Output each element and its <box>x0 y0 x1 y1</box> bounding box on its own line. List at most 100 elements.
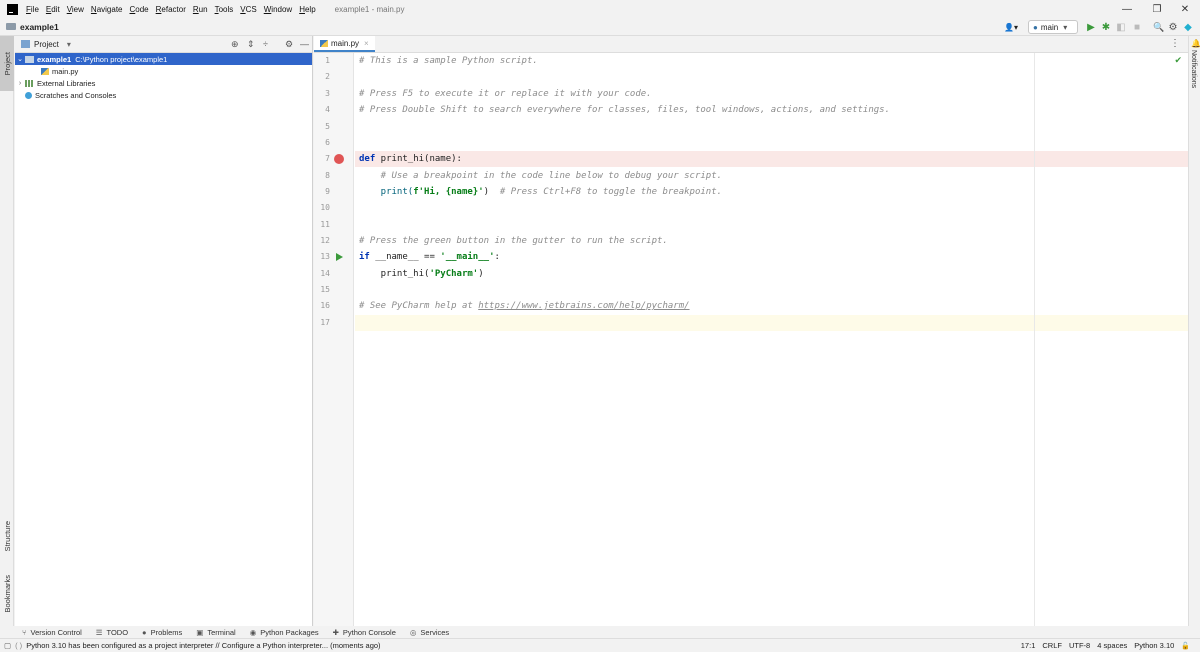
gear-icon[interactable]: ⚙ <box>1166 20 1180 34</box>
chevron-down-icon[interactable]: ▾ <box>67 40 71 49</box>
close-button[interactable]: ✕ <box>1170 0 1200 18</box>
tab-problems[interactable]: ● Problems <box>142 628 182 637</box>
coverage-icon[interactable]: ◧ <box>1114 20 1128 34</box>
list-icon: ☰ <box>95 627 103 637</box>
gear-icon[interactable]: ⚙ <box>285 39 293 50</box>
menu-code[interactable]: Code <box>130 5 149 14</box>
lock-icon[interactable]: 🔓 <box>1181 642 1190 650</box>
code-comment: # Press F5 to execute it or replace it w… <box>359 89 652 99</box>
current-line <box>355 315 1188 331</box>
status-bar: ▢ ( ) Python 3.10 has been configured as… <box>0 638 1200 651</box>
file-encoding[interactable]: UTF-8 <box>1069 641 1090 650</box>
menu-file[interactable]: File <box>26 5 39 14</box>
search-icon[interactable]: 🔍 <box>1152 20 1166 34</box>
tree-item-example1[interactable]: ⌄ example1 C:\Python project\example1 <box>15 53 312 65</box>
hide-panel-icon[interactable]: — <box>300 39 309 49</box>
tree-item-scratches[interactable]: Scratches and Consoles <box>15 89 312 101</box>
tab-main-py[interactable]: main.py × <box>314 36 375 52</box>
line-number: 14 <box>320 269 330 278</box>
code-with-me-icon[interactable]: ◆ <box>1181 20 1195 34</box>
string-literal: 'PyCharm' <box>429 269 479 279</box>
problems-icon: ● <box>142 627 147 637</box>
code-text: print( <box>359 187 414 197</box>
restore-button[interactable]: ❐ <box>1142 0 1172 18</box>
structure-tool-tab[interactable]: Structure <box>0 511 14 561</box>
right-margin-guide <box>1034 53 1035 626</box>
breakpoint-icon[interactable] <box>334 154 344 164</box>
project-tool-tab[interactable]: Project <box>0 36 14 91</box>
tab-services[interactable]: ◎ Services <box>410 628 449 637</box>
run-icon[interactable]: ▶ <box>1084 20 1098 34</box>
status-message[interactable]: Python 3.10 has been configured as a pro… <box>26 641 380 650</box>
bell-icon[interactable]: 🔔 <box>1191 39 1200 48</box>
code-comment: # This is a sample Python script. <box>359 56 538 66</box>
folder-icon <box>6 23 16 30</box>
line-number: 5 <box>325 122 330 131</box>
expand-all-icon[interactable]: ⇕ <box>247 39 255 50</box>
right-tool-strip: 🔔 Notifications <box>1188 36 1200 626</box>
project-view-icon <box>21 40 30 48</box>
menu-navigate[interactable]: Navigate <box>91 5 123 14</box>
editor-menu-icon[interactable]: ⋮ <box>1170 38 1180 49</box>
code-area[interactable]: # This is a sample Python script. # Pres… <box>355 53 1188 626</box>
tab-python-console[interactable]: ✚ Python Console <box>333 628 396 637</box>
menu-vcs[interactable]: VCS <box>240 5 256 14</box>
line-number: 2 <box>325 72 330 81</box>
breadcrumb-project[interactable]: example1 <box>20 22 59 32</box>
indent-setting[interactable]: 4 spaces <box>1097 641 1127 650</box>
console-icon: ✚ <box>332 627 339 637</box>
code-text: : <box>494 252 500 262</box>
string-literal: '__main__' <box>440 252 495 262</box>
tree-item-external-libraries[interactable]: › External Libraries <box>15 77 312 89</box>
tab-version-control[interactable]: ⑂ Version Control <box>22 628 82 637</box>
help-link[interactable]: https://www.jetbrains.com/help/pycharm/ <box>478 301 689 311</box>
close-tab-icon[interactable]: × <box>364 39 369 48</box>
line-number: 9 <box>325 187 330 196</box>
menu-edit[interactable]: Edit <box>46 5 60 14</box>
run-gutter-icon[interactable] <box>336 253 343 261</box>
menu-help[interactable]: Help <box>299 5 315 14</box>
title-bar: File Edit View Navigate Code Refactor Ru… <box>0 0 1200 18</box>
chevron-down-icon[interactable]: ⌄ <box>15 55 25 63</box>
tab-python-packages[interactable]: ◉ Python Packages <box>250 628 319 637</box>
line-number: 3 <box>325 89 330 98</box>
code-text: print_hi(name): <box>375 154 462 164</box>
code-text: __name__ == <box>369 252 441 262</box>
gutter[interactable]: 1 2 3 4 5 6 7 8 9 10 11 12 13 14 15 16 1… <box>314 53 354 626</box>
code-comment: # Press Double Shift to search everywher… <box>359 105 891 115</box>
menu-run[interactable]: Run <box>193 5 208 14</box>
code-text: ) <box>483 187 500 197</box>
menu-window[interactable]: Window <box>264 5 292 14</box>
line-separator[interactable]: CRLF <box>1042 641 1062 650</box>
line-number: 12 <box>320 236 330 245</box>
stop-icon[interactable]: ■ <box>1130 20 1144 34</box>
pycharm-logo-icon <box>7 3 18 15</box>
interpreter-selector[interactable]: Python 3.10 <box>1134 641 1174 650</box>
line-number: 7 <box>325 154 330 163</box>
user-icon[interactable]: 👤▾ <box>1000 20 1022 34</box>
chevron-right-icon[interactable]: › <box>15 80 25 87</box>
menu-tools[interactable]: Tools <box>215 5 234 14</box>
notifications-tool-tab[interactable]: Notifications <box>1190 50 1197 88</box>
tab-terminal[interactable]: ▣ Terminal <box>196 628 235 637</box>
python-icon: ● <box>1033 22 1038 32</box>
caret-position[interactable]: 17:1 <box>1021 641 1036 650</box>
branch-icon: ⑂ <box>22 627 27 637</box>
editor: main.py × ⋮ ✔ 1 2 3 4 5 6 7 8 9 10 11 12… <box>314 36 1188 626</box>
project-view-title[interactable]: Project <box>34 40 59 49</box>
bookmarks-tool-tab[interactable]: Bookmarks <box>0 566 14 621</box>
collapse-all-icon[interactable]: ÷ <box>263 39 268 49</box>
tab-todo[interactable]: ☰ TODO <box>96 628 128 637</box>
menu-view[interactable]: View <box>67 5 84 14</box>
services-icon: ◎ <box>409 627 417 637</box>
minimize-button[interactable]: — <box>1112 0 1142 18</box>
toggle-panels-icon[interactable]: ▢ <box>4 641 11 650</box>
tree-item-main-py[interactable]: main.py <box>15 65 312 77</box>
menu-refactor[interactable]: Refactor <box>156 5 186 14</box>
locate-icon[interactable]: ⊕ <box>231 39 239 50</box>
line-number: 16 <box>320 301 330 310</box>
run-config-select[interactable]: ● main ▾ <box>1028 20 1078 34</box>
debug-icon[interactable]: ✱ <box>1099 20 1113 34</box>
line-number: 17 <box>320 318 330 327</box>
code-comment: # Use a breakpoint in the code line belo… <box>359 171 723 181</box>
